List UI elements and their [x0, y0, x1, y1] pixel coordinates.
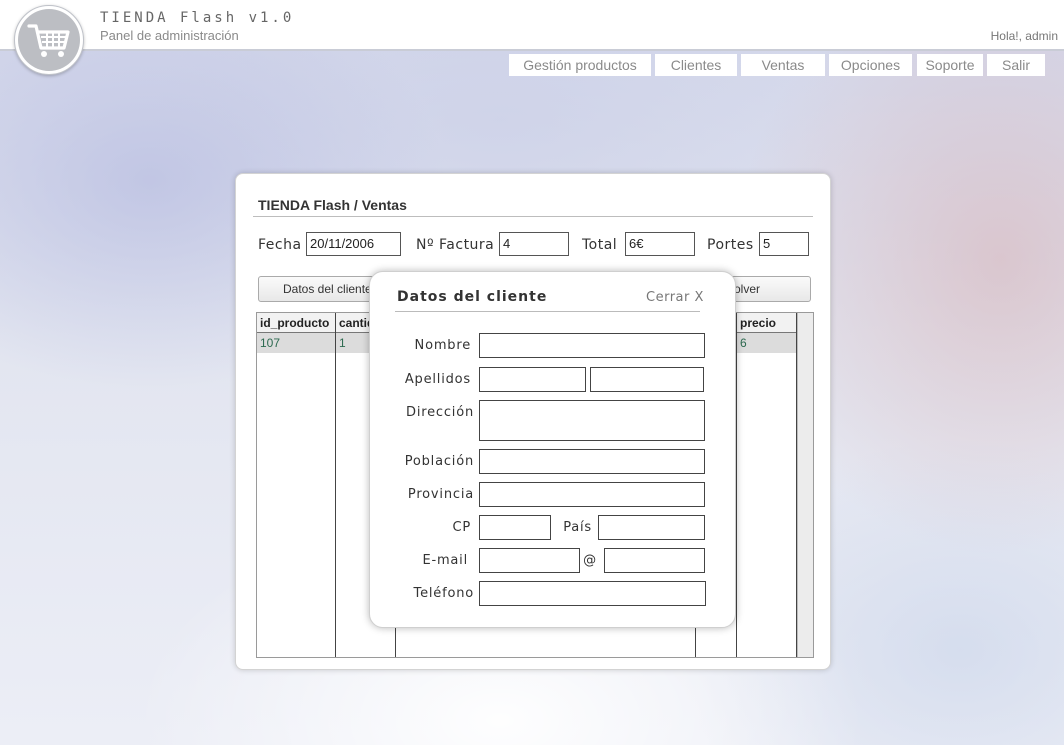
pais-label: País: [563, 520, 592, 535]
nav-ventas[interactable]: Ventas: [741, 54, 825, 76]
direccion-label: Dirección: [406, 405, 474, 420]
telefono-input[interactable]: [479, 581, 706, 606]
user-greeting: Hola!, admin: [990, 29, 1058, 43]
modal-divider: [395, 311, 700, 312]
modal-title: Datos del cliente: [397, 289, 548, 305]
cell-precio: 6: [740, 336, 747, 350]
pais-input[interactable]: [598, 515, 705, 540]
nombre-input[interactable]: [479, 333, 705, 358]
email-label: E-mail: [422, 553, 468, 568]
app-subtitle: Panel de administración: [100, 28, 239, 43]
email-user-input[interactable]: [479, 548, 580, 573]
apellidos-label: Apellidos: [404, 372, 471, 387]
provincia-label: Provincia: [407, 487, 474, 502]
provincia-input[interactable]: [479, 482, 705, 507]
grid-scrollbar[interactable]: [797, 313, 813, 657]
app-header: TIENDA Flash v1.0 Panel de administració…: [0, 0, 1064, 75]
portes-label: Portes: [707, 237, 754, 253]
portes-input[interactable]: 5: [759, 232, 809, 256]
nav-soporte[interactable]: Soporte: [917, 54, 983, 76]
at-label: @: [583, 553, 597, 568]
cp-input[interactable]: [479, 515, 551, 540]
fecha-input[interactable]: 20/11/2006: [306, 232, 401, 256]
customer-data-modal: Datos del cliente Cerrar X Nombre Apelli…: [369, 271, 736, 628]
apellido1-input[interactable]: [479, 367, 586, 392]
cp-label: CP: [452, 520, 471, 535]
email-domain-input[interactable]: [604, 548, 705, 573]
nav-opciones[interactable]: Opciones: [829, 54, 912, 76]
main-nav: Gestión productos Clientes Ventas Opcion…: [0, 54, 1064, 76]
panel-divider: [253, 216, 813, 217]
telefono-label: Teléfono: [413, 586, 474, 601]
nav-gestion-productos[interactable]: Gestión productos: [509, 54, 651, 76]
factura-input[interactable]: 4: [499, 232, 569, 256]
col-header-id-producto[interactable]: id_producto: [257, 313, 335, 333]
column-divider: [335, 313, 336, 657]
close-button[interactable]: Cerrar X: [646, 290, 704, 305]
direccion-input[interactable]: [479, 400, 705, 441]
nav-salir[interactable]: Salir: [987, 54, 1045, 76]
nav-clientes[interactable]: Clientes: [655, 54, 737, 76]
poblacion-input[interactable]: [479, 449, 705, 474]
panel-title: TIENDA Flash / Ventas: [258, 197, 407, 213]
column-divider: [736, 313, 737, 657]
nombre-label: Nombre: [414, 338, 471, 353]
apellido2-input[interactable]: [590, 367, 704, 392]
col-header-precio[interactable]: precio: [737, 313, 797, 333]
total-input[interactable]: 6€: [625, 232, 695, 256]
poblacion-label: Población: [404, 454, 474, 469]
total-label: Total: [582, 237, 618, 253]
factura-label: Nº Factura: [416, 237, 495, 253]
fecha-label: Fecha: [258, 237, 302, 253]
app-title: TIENDA Flash v1.0: [100, 10, 295, 26]
cell-id-producto: 107: [260, 336, 281, 350]
